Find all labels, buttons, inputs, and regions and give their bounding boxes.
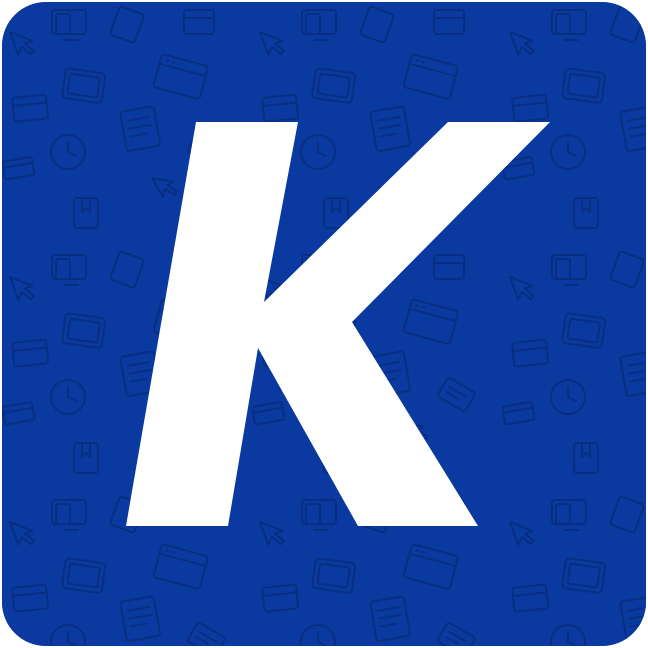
app-icon-graphic: [2, 2, 646, 646]
app-icon: K: [2, 2, 646, 646]
